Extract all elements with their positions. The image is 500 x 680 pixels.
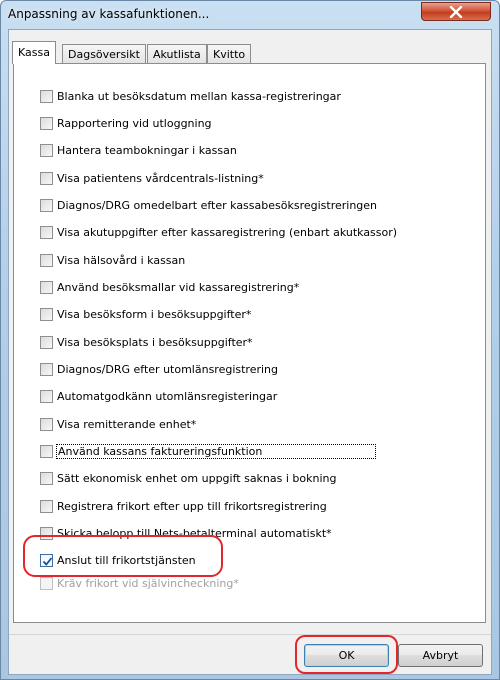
window-title: Anpassning av kassafunktionen... bbox=[8, 7, 210, 21]
option-label: Blanka ut besöksdatum mellan kassa-regis… bbox=[57, 89, 341, 103]
checkbox[interactable] bbox=[40, 471, 53, 485]
option-visa-besoksform[interactable]: Visa besöksform i besöksuppgifter* bbox=[40, 305, 251, 323]
checkbox[interactable] bbox=[40, 526, 53, 540]
title-bar[interactable]: Anpassning av kassafunktionen... bbox=[1, 1, 499, 29]
option-label: Visa patientens vårdcentrals-listning* bbox=[57, 171, 264, 185]
ok-button[interactable]: OK bbox=[304, 644, 389, 667]
option-ekonomisk-enhet[interactable]: Sätt ekonomisk enhet om uppgift saknas i… bbox=[40, 469, 337, 487]
checkbox[interactable] bbox=[40, 307, 53, 321]
option-rapportering-utloggning[interactable]: Rapportering vid utloggning bbox=[40, 114, 212, 132]
option-blanka-besoksdatum[interactable]: Blanka ut besöksdatum mellan kassa-regis… bbox=[40, 87, 341, 105]
option-registrera-frikort[interactable]: Registrera frikort efter upp till frikor… bbox=[40, 497, 327, 515]
option-krav-frikort: Kräv frikort vid självincheckning* bbox=[40, 574, 239, 592]
checkbox[interactable] bbox=[40, 335, 53, 349]
checkbox[interactable] bbox=[40, 225, 53, 239]
checkbox[interactable] bbox=[40, 444, 53, 458]
tab-kvitto[interactable]: Kvitto bbox=[207, 44, 252, 63]
option-automatgodkann[interactable]: Automatgodkänn utomlänsregisteringar bbox=[40, 387, 277, 405]
option-visa-besoksplats[interactable]: Visa besöksplats i besöksuppgifter* bbox=[40, 333, 253, 351]
option-label: Visa besöksplats i besöksuppgifter* bbox=[57, 335, 253, 349]
option-label: Diagnos/DRG omedelbart efter kassabesöks… bbox=[57, 198, 378, 212]
option-label: Använd kassans faktureringsfunktion bbox=[56, 443, 376, 459]
option-label: Sätt ekonomisk enhet om uppgift saknas i… bbox=[57, 471, 337, 485]
option-label: Anslut till frikortstjänsten bbox=[57, 553, 196, 567]
checkmark-icon bbox=[42, 556, 53, 566]
checkbox[interactable] bbox=[40, 362, 53, 376]
option-anslut-frikortstjansten[interactable]: Anslut till frikortstjänsten bbox=[40, 551, 196, 569]
option-label: Hantera teambokningar i kassan bbox=[57, 143, 237, 157]
tab-dagsoversikt[interactable]: Dagsöversikt bbox=[62, 44, 146, 63]
option-label: Visa remitterande enhet* bbox=[57, 417, 197, 431]
option-besoksmallar[interactable]: Använd besöksmallar vid kassaregistrerin… bbox=[40, 278, 299, 296]
option-label: Visa akutuppgifter efter kassaregistreri… bbox=[57, 225, 398, 239]
close-icon bbox=[449, 6, 463, 18]
checkbox[interactable] bbox=[40, 89, 53, 103]
option-visa-akutuppgifter[interactable]: Visa akutuppgifter efter kassaregistreri… bbox=[40, 223, 397, 241]
option-nets-betalterminal[interactable]: Skicka belopp till Nets-betalterminal au… bbox=[40, 524, 332, 542]
option-label: Använd besöksmallar vid kassaregistrerin… bbox=[57, 280, 300, 294]
checkbox[interactable] bbox=[40, 171, 53, 185]
option-visa-remitterande[interactable]: Visa remitterande enhet* bbox=[40, 415, 196, 433]
option-diagnos-omedelbart[interactable]: Diagnos/DRG omedelbart efter kassabesöks… bbox=[40, 196, 377, 214]
option-label: Skicka belopp till Nets-betalterminal au… bbox=[57, 526, 332, 540]
tab-akutlista[interactable]: Akutlista bbox=[147, 44, 207, 63]
option-label: Diagnos/DRG efter utomlänsregistrering bbox=[57, 362, 279, 376]
checkbox[interactable] bbox=[40, 198, 53, 212]
checkbox[interactable] bbox=[40, 499, 53, 513]
tab-kassa[interactable]: Kassa bbox=[12, 41, 56, 64]
checkbox-checked[interactable] bbox=[40, 553, 53, 567]
kassa-tab-panel: Blanka ut besöksdatum mellan kassa-regis… bbox=[13, 63, 486, 623]
option-hantera-teambokningar[interactable]: Hantera teambokningar i kassan bbox=[40, 141, 237, 159]
option-label: Automatgodkänn utomlänsregisteringar bbox=[57, 389, 278, 403]
option-visa-vardcentrals-listning[interactable]: Visa patientens vårdcentrals-listning* bbox=[40, 169, 264, 187]
option-label: Visa besöksform i besöksuppgifter* bbox=[57, 307, 252, 321]
checkbox[interactable] bbox=[40, 389, 53, 403]
option-label: Registrera frikort efter upp till frikor… bbox=[57, 499, 327, 513]
checkbox[interactable] bbox=[40, 143, 53, 157]
option-label: Visa hälsovård i kassan bbox=[57, 253, 186, 267]
close-button[interactable] bbox=[421, 2, 491, 21]
checkbox[interactable] bbox=[40, 253, 53, 267]
option-label: Rapportering vid utloggning bbox=[57, 116, 212, 130]
checkbox[interactable] bbox=[40, 280, 53, 294]
dialog-window: Anpassning av kassafunktionen... Kassa D… bbox=[0, 0, 500, 680]
checkbox[interactable] bbox=[40, 116, 53, 130]
checkbox-disabled bbox=[40, 576, 53, 590]
dialog-content: Kassa Dagsöversikt Akutlista Kvitto Blan… bbox=[8, 29, 492, 675]
option-diagnos-utomlans[interactable]: Diagnos/DRG efter utomlänsregistrering bbox=[40, 360, 278, 378]
cancel-button[interactable]: Avbryt bbox=[398, 644, 483, 667]
option-label: Kräv frikort vid självincheckning* bbox=[57, 576, 239, 590]
checkbox[interactable] bbox=[40, 417, 53, 431]
divider bbox=[9, 634, 491, 635]
option-visa-halsovard[interactable]: Visa hälsovård i kassan bbox=[40, 251, 185, 269]
option-faktureringsfunktion[interactable]: Använd kassans faktureringsfunktion bbox=[40, 442, 376, 460]
tab-strip: Kassa Dagsöversikt Akutlista Kvitto bbox=[9, 41, 491, 64]
